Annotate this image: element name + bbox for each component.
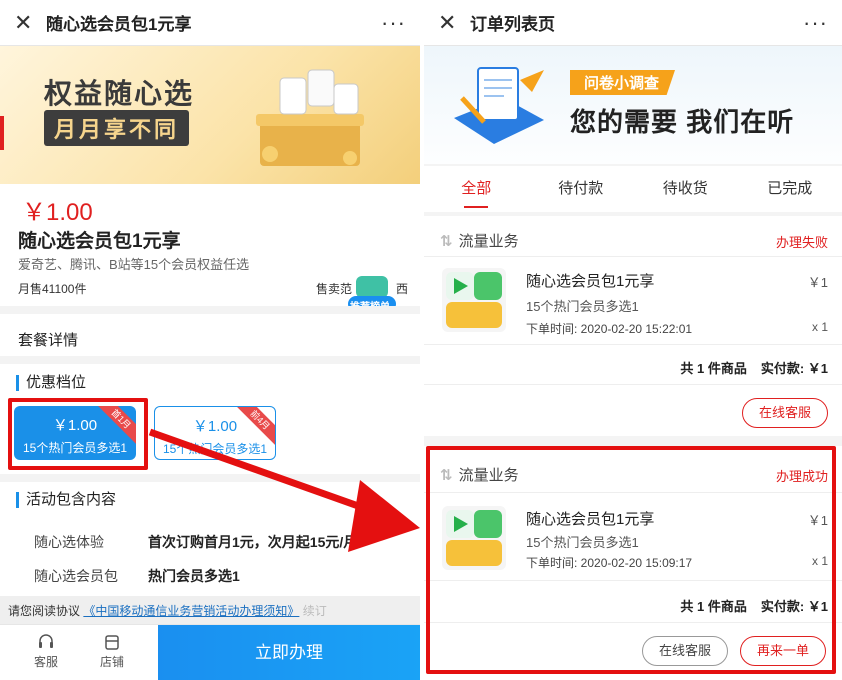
tab-pending-payment[interactable]: 待付款 [529,166,634,212]
right-screen: ✕ 订单列表页 ··· 问卷小调查 您的需要 我们在听 全部 待付款 待收货 已… [424,0,842,680]
highlight-box-order [426,446,836,674]
activity-key: 随心选会员包 [34,568,118,584]
tab-pending-delivery[interactable]: 待收货 [633,166,738,212]
order-category-label: 流量业务 [458,233,519,250]
activity-value: 热门会员多选1 [148,568,240,584]
close-icon[interactable]: ✕ [438,10,466,36]
order-status: 办理失败 [775,235,828,250]
discount-tier-title: 优惠档位 [16,375,86,391]
banner-line1: 权益随心选 [44,78,195,109]
highlight-box-tier [8,398,148,470]
service-label: 客服 [33,655,58,669]
order-product-desc: 15个热门会员多选1 [526,299,639,314]
more-icon[interactable]: ··· [381,10,406,36]
divider [0,306,420,314]
order-time: 下单时间: 2020-02-20 15:22:01 [526,322,693,336]
order-summary: 共 1 件商品 实付款: ￥1 [680,358,828,377]
shop-icon [105,635,119,650]
product-price: ￥1.00 [22,199,93,226]
more-icon[interactable]: ··· [803,10,828,36]
online-service-button[interactable]: 在线客服 [742,398,828,428]
divider [0,356,420,364]
customer-service-button[interactable]: 客服 [26,633,66,670]
survey-banner[interactable]: 问卷小调查 您的需要 我们在听 [424,46,842,164]
divider [0,474,420,482]
product-name: 随心选会员包1元享 [18,231,181,252]
order-card-1[interactable]: ⇅ 流量业务 办理失败 随心选会员包1元享 15个热门会员多选1 下单时间: 20… [424,216,842,436]
monthly-sales: 月售41100件 [18,282,87,296]
order-category: ⇅ 流量业务 [440,230,519,251]
order-quantity: x 1 [811,320,828,334]
banner-line2: 月月享不同 [44,110,190,146]
order-tabs: 全部 待付款 待收货 已完成 [424,166,842,212]
survey-tag: 问卷小调查 [570,70,676,95]
order-product-name: 随心选会员包1元享 [526,273,655,290]
divider [424,384,842,385]
order-price: ￥1 [807,275,828,290]
divider [424,256,842,257]
agreement-bar: 请您阅读协议 《中国移动通信业务营销活动办理须知》 续订 [0,596,420,624]
left-titlebar: ✕ 随心选会员包1元享 ··· [0,0,420,46]
banner-accent [0,116,4,150]
promo-banner[interactable]: 权益随心选 月月享不同 [0,46,420,184]
buy-now-button[interactable]: 立即办理 [158,625,420,680]
product-description: 爱奇艺、腾讯、B站等15个会员权益任选 [18,257,250,272]
order-paid: 实付款: ￥1 [760,361,828,376]
package-detail-link[interactable]: 套餐详情 [18,329,78,350]
activity-title: 活动包含内容 [16,492,116,508]
sort-icon: ⇅ [440,233,453,250]
tier-option-2[interactable]: 前4月 ￥1.00 15个热门会员多选1 [154,406,276,460]
divider [424,344,842,345]
left-screen: ✕ 随心选会员包1元享 ··· 权益随心选 月月享不同 ￥1.00 随心选会员包… [0,0,420,680]
survey-headline: 您的需要 我们在听 [570,107,795,137]
gift-box-illustration [256,69,364,166]
shop-button[interactable]: 店铺 [92,633,132,670]
close-icon[interactable]: ✕ [14,10,42,36]
right-titlebar: ✕ 订单列表页 ··· [424,0,842,46]
tab-completed[interactable]: 已完成 [738,166,842,212]
activity-key: 随心选体验 [34,534,104,550]
page-title: 随心选会员包1元享 [46,15,192,34]
page-title: 订单列表页 [470,15,555,34]
agreement-suffix: 续订 [302,604,327,618]
headset-icon [39,634,53,648]
activity-value: 首次订购首月1元，次月起15元/月 [148,534,358,550]
order-count: 共 1 件商品 [680,361,747,376]
bottom-bar: 客服 店铺 立即办理 [0,624,420,680]
agreement-link[interactable]: 《中国移动通信业务营销活动办理须知》 [83,604,299,618]
agreement-prefix: 请您阅读协议 [8,604,81,618]
product-thumbnail [442,268,506,332]
tab-all[interactable]: 全部 [424,166,529,212]
survey-illustration [454,67,544,144]
shop-label: 店铺 [99,655,124,669]
tier-desc: 15个热门会员多选1 [162,442,268,456]
